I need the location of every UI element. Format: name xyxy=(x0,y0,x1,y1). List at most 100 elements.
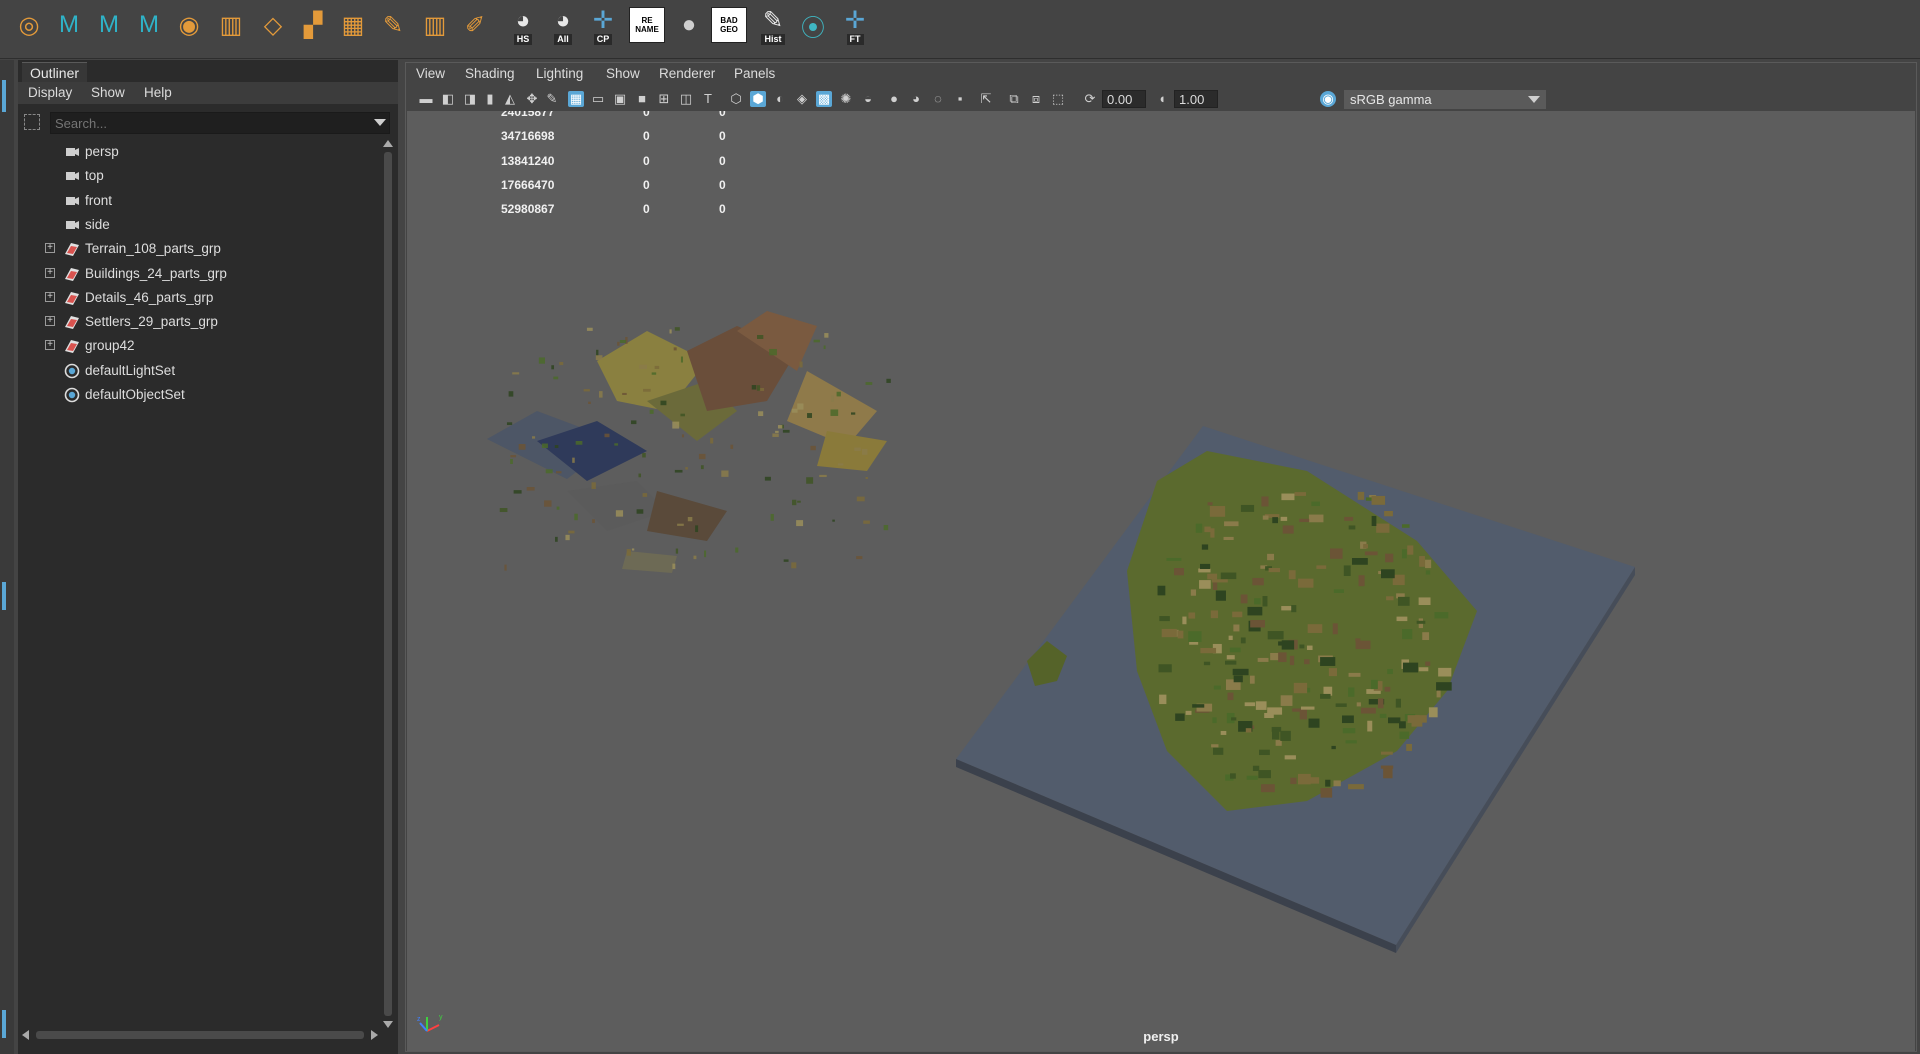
screen-space-ao-icon[interactable]: ● xyxy=(886,91,902,107)
shelf-button[interactable]: ▞ xyxy=(296,5,330,45)
shelf-button[interactable]: ⦿ xyxy=(796,5,830,45)
exposure-field[interactable]: 0.00 xyxy=(1102,90,1146,108)
scroll-up-icon[interactable] xyxy=(383,140,393,147)
menu-help[interactable]: Help xyxy=(144,85,172,100)
xray-joints-icon[interactable]: ⧈ xyxy=(1028,91,1044,107)
motion-blur-icon[interactable]: ◕ xyxy=(908,91,924,107)
shelf-button[interactable]: ✎ xyxy=(376,5,410,45)
view-transform-dropdown[interactable]: sRGB gamma xyxy=(1344,90,1546,109)
wireframe-on-shaded-icon[interactable]: ◈ xyxy=(794,91,810,107)
2d-pan-zoom-icon[interactable]: ✥ xyxy=(524,91,540,107)
expand-icon[interactable]: + xyxy=(45,291,55,302)
select-camera-icon[interactable]: ▬ xyxy=(418,91,434,107)
shelf-button[interactable]: ▥ xyxy=(418,5,452,45)
filter-icon[interactable] xyxy=(24,114,40,130)
shelf-button[interactable]: ▦ xyxy=(336,5,370,45)
horizontal-scrollbar[interactable] xyxy=(22,1028,378,1042)
menu-renderer[interactable]: Renderer xyxy=(659,66,715,81)
shelf-button[interactable]: M xyxy=(52,5,86,45)
menu-show[interactable]: Show xyxy=(606,66,640,81)
shelf-button[interactable]: ▥ xyxy=(214,5,248,45)
shelf-button[interactable]: ✛ FT xyxy=(838,5,872,45)
xray-icon[interactable]: ⇱ xyxy=(978,91,994,107)
scroll-thumb[interactable] xyxy=(36,1031,364,1039)
3d-viewport[interactable]: 24015877 0 0 34716698 0 0 13841240 0 0 17666470 0 0… xyxy=(407,111,1915,1051)
shelf-button[interactable]: ✐ xyxy=(458,5,492,45)
part-detail xyxy=(769,348,777,356)
outliner-item[interactable]: + Settlers_29_parts_grp xyxy=(18,310,378,334)
shelf-button[interactable]: ◇ xyxy=(256,5,290,45)
shelf-button[interactable]: ✎ Hist xyxy=(756,5,790,45)
scroll-right-icon[interactable] xyxy=(371,1030,378,1040)
expand-icon[interactable]: + xyxy=(45,267,55,278)
outliner-tab[interactable]: Outliner xyxy=(22,62,88,83)
bookmark-camera-icon[interactable]: ◨ xyxy=(462,91,478,107)
expand-icon[interactable]: + xyxy=(45,243,55,254)
outliner-item[interactable]: side xyxy=(18,213,378,237)
outliner-item[interactable]: persp xyxy=(18,140,378,164)
textured-icon[interactable]: ▩ xyxy=(816,91,832,107)
isolate-select-icon[interactable]: ⧉ xyxy=(1006,91,1022,107)
outliner-item[interactable]: defaultObjectSet xyxy=(18,383,378,407)
xray-active-icon[interactable]: ⬚ xyxy=(1050,91,1066,107)
menu-display[interactable]: Display xyxy=(28,85,72,100)
search-input[interactable] xyxy=(50,112,390,134)
safe-action-icon[interactable]: ◫ xyxy=(678,91,694,107)
resolution-gate-icon[interactable]: ▣ xyxy=(612,91,628,107)
vertical-scrollbar[interactable] xyxy=(382,140,394,1028)
exposure-icon[interactable]: ⟳ xyxy=(1082,91,1098,107)
shadows-icon[interactable]: ◒ xyxy=(860,91,876,107)
shelf-button[interactable]: M xyxy=(92,5,126,45)
shelf-button[interactable]: ◕ All xyxy=(546,5,580,45)
film-gate-icon[interactable]: ▭ xyxy=(590,91,606,107)
menu-view[interactable]: View xyxy=(416,66,445,81)
shelf-button[interactable]: ✛ CP xyxy=(586,5,620,45)
outliner-item[interactable]: defaultLightSet xyxy=(18,359,378,383)
scroll-thumb[interactable] xyxy=(384,152,392,1016)
image-plane-icon[interactable]: ◭ xyxy=(502,91,518,107)
depth-of-field-icon[interactable]: ▪ xyxy=(952,91,968,107)
menu-lighting[interactable]: Lighting xyxy=(536,66,583,81)
chevron-down-icon[interactable] xyxy=(374,119,386,126)
wireframe-icon[interactable]: ⬡ xyxy=(728,91,744,107)
shelf-button[interactable]: RE NAME xyxy=(629,5,665,45)
field-chart-icon[interactable]: ⊞ xyxy=(656,91,672,107)
color-management-toggle-icon[interactable]: ◉ xyxy=(1320,91,1336,107)
expand-icon[interactable]: + xyxy=(45,316,55,327)
expand-icon[interactable]: + xyxy=(45,340,55,351)
gamma-icon[interactable]: ◖ xyxy=(1154,91,1170,107)
tool-marker[interactable] xyxy=(2,80,6,112)
menu-panels[interactable]: Panels xyxy=(734,66,775,81)
smooth-shade-icon[interactable]: ⬢ xyxy=(750,91,766,107)
outliner-item[interactable]: + Terrain_108_parts_grp xyxy=(18,237,378,261)
safe-title-icon[interactable]: T xyxy=(700,91,716,107)
menu-shading[interactable]: Shading xyxy=(465,66,515,81)
shelf-button[interactable]: ◉ xyxy=(172,5,206,45)
tool-marker[interactable] xyxy=(2,582,6,610)
outliner-item[interactable]: + Details_46_parts_grp xyxy=(18,286,378,310)
shelf-button[interactable]: ◎ xyxy=(12,5,46,45)
scroll-down-icon[interactable] xyxy=(383,1021,393,1028)
menu-show[interactable]: Show xyxy=(91,85,125,100)
outliner-item[interactable]: + Buildings_24_parts_grp xyxy=(18,262,378,286)
shelf-button[interactable]: BAD GEO xyxy=(711,5,747,45)
multisample-aa-icon[interactable]: ◌ xyxy=(930,91,946,107)
gamma-field[interactable]: 1.00 xyxy=(1174,90,1218,108)
shelf-button[interactable]: M xyxy=(132,5,166,45)
shelf-button[interactable]: ● xyxy=(672,5,706,45)
gate-mask-icon[interactable]: ■ xyxy=(634,91,650,107)
camera-attributes-icon[interactable]: ◧ xyxy=(440,91,456,107)
outliner-item[interactable]: front xyxy=(18,189,378,213)
bookmark-icon[interactable]: ▮ xyxy=(482,91,498,107)
grid-icon[interactable]: ▦ xyxy=(568,91,584,107)
outliner-item[interactable]: top xyxy=(18,164,378,188)
use-all-lights-icon[interactable]: ✺ xyxy=(838,91,854,107)
outliner-item[interactable]: + group42 xyxy=(18,334,378,358)
scroll-left-icon[interactable] xyxy=(22,1030,29,1040)
part-detail xyxy=(510,455,517,458)
outliner-panel: Outliner Display Show Help persp top front… xyxy=(18,60,398,1054)
tool-marker[interactable] xyxy=(2,1010,6,1038)
grease-pencil-icon[interactable]: ✎ xyxy=(544,91,560,107)
shelf-button[interactable]: ◕ HS xyxy=(506,5,540,45)
default-material-icon[interactable]: ◐ xyxy=(772,91,788,107)
